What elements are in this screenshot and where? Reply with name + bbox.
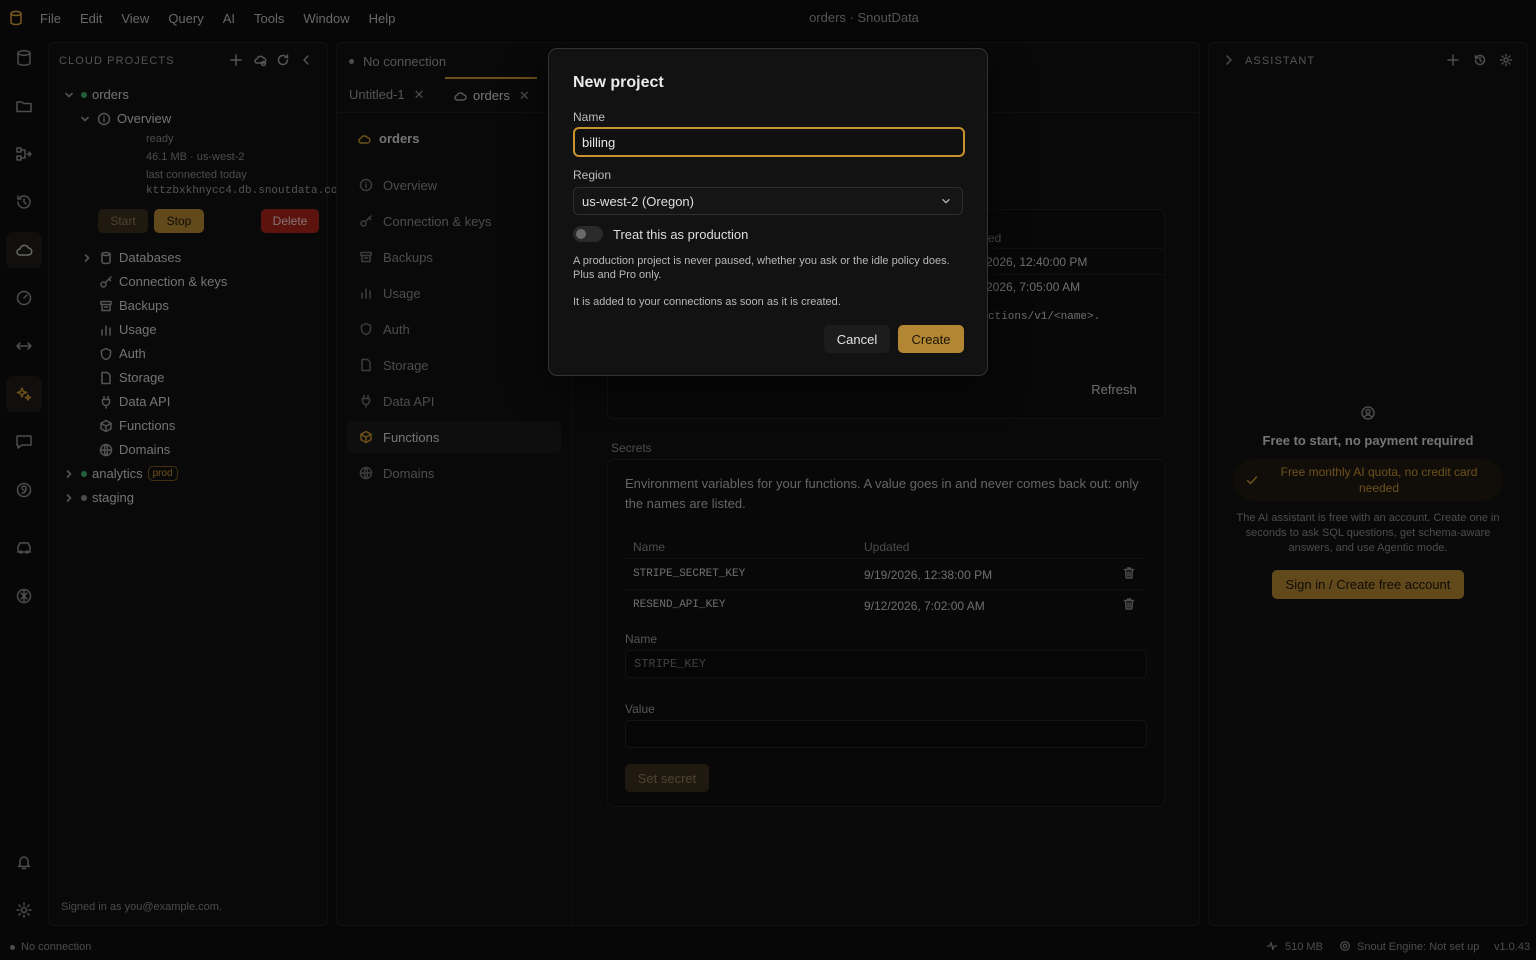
region-select[interactable]: us-west-2 (Oregon) <box>573 187 963 215</box>
region-value: us-west-2 (Oregon) <box>582 193 694 209</box>
project-name-input[interactable] <box>573 127 965 157</box>
cancel-button[interactable]: Cancel <box>824 325 890 353</box>
production-toggle[interactable] <box>573 226 603 242</box>
production-label: Treat this as production <box>613 227 749 242</box>
production-note: A production project is never paused, wh… <box>573 255 950 281</box>
region-label: Region <box>573 168 612 182</box>
connections-note: It is added to your connections as soon … <box>573 296 841 308</box>
dialog-title: New project <box>573 74 664 91</box>
chevron-down-icon <box>940 195 952 207</box>
new-project-dialog: New project Name Region us-west-2 (Orego… <box>548 48 988 376</box>
create-button[interactable]: Create <box>898 325 964 353</box>
name-label: Name <box>573 110 606 124</box>
